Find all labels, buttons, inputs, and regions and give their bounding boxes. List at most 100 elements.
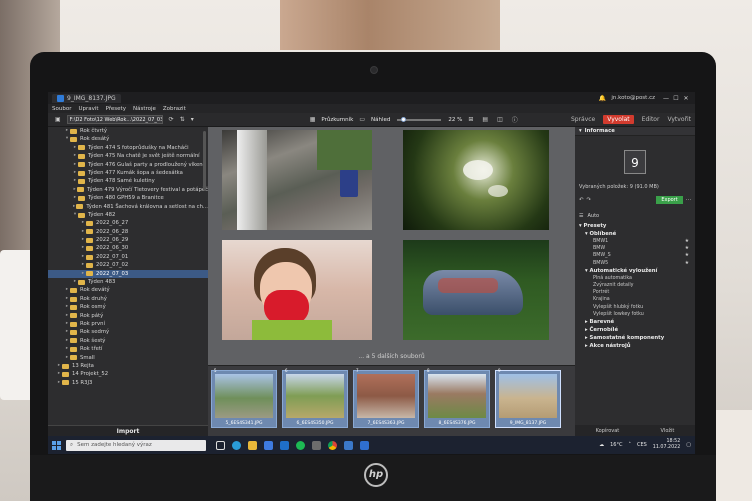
export-button[interactable]: Export bbox=[656, 196, 683, 204]
mail-icon[interactable] bbox=[280, 440, 289, 450]
photo-old-car[interactable] bbox=[403, 240, 549, 340]
tree-scrollbar[interactable] bbox=[203, 131, 206, 191]
photo-child-toy[interactable] bbox=[222, 240, 372, 340]
spotify-icon[interactable] bbox=[296, 440, 305, 450]
folder-icon[interactable]: ▣ bbox=[55, 116, 61, 123]
zoom-slider[interactable] bbox=[397, 116, 442, 122]
tree-item[interactable]: ▸ Rok třetí bbox=[48, 345, 208, 353]
tree-item[interactable]: ▸ Rok čtvrtý bbox=[48, 127, 208, 135]
auto-preset-item[interactable]: Plná automatika bbox=[575, 275, 695, 282]
tab-develop[interactable]: Vyvolat bbox=[603, 115, 634, 124]
tree-item[interactable]: ▸ Týden 478 Samé kuletiny bbox=[48, 177, 208, 185]
close-icon[interactable]: ✕ bbox=[681, 95, 691, 102]
weather-icon[interactable]: ☁ bbox=[599, 442, 604, 448]
tree-item[interactable]: ▾ Rok desátý bbox=[48, 135, 208, 143]
photo-flower-branch[interactable] bbox=[403, 130, 549, 230]
language-indicator[interactable]: CES bbox=[637, 442, 647, 448]
tree-item[interactable]: ▸ 2022_06_29 bbox=[48, 236, 208, 244]
auto-presets-header[interactable]: ▾ Automatické vyloužení bbox=[575, 267, 695, 275]
browser-icon[interactable]: ▦ bbox=[310, 116, 316, 123]
tree-item[interactable]: ▸ 2022_06_28 bbox=[48, 228, 208, 236]
notifications-icon[interactable]: ▢ bbox=[686, 442, 691, 448]
filmstrip-thumb[interactable]: 5 5_6ES4S341.JPG bbox=[211, 368, 277, 428]
menu-edit[interactable]: Upravit bbox=[78, 106, 98, 112]
menu-file[interactable]: Soubor bbox=[52, 106, 71, 112]
taskbar-search[interactable]: ⌕ Sem zadejte hledaný výraz bbox=[66, 439, 206, 451]
tree-item[interactable]: ▸ Rok osmý bbox=[48, 303, 208, 311]
preset-section[interactable]: ▸ Akce nástrojů bbox=[575, 342, 695, 350]
tab-editor[interactable]: Editor bbox=[642, 116, 660, 123]
user-email[interactable]: jn.koto@post.cz bbox=[611, 95, 655, 101]
tree-item[interactable]: ▸ Týden 480 GPH59 a Branitce bbox=[48, 194, 208, 202]
tree-item[interactable]: ▸ Týden 476 Gulaš party a prodloužený vík… bbox=[48, 161, 208, 169]
windows-start-icon[interactable] bbox=[52, 440, 61, 450]
refresh-icon[interactable]: ⟳ bbox=[169, 116, 174, 123]
share-icon[interactable]: ⋯ bbox=[686, 197, 691, 203]
tree-item[interactable]: ▸ Týden 474 S fotoprůdušky na Macháči bbox=[48, 144, 208, 152]
zoom-slider-thumb[interactable] bbox=[401, 116, 407, 122]
temperature[interactable]: 16°C bbox=[610, 442, 622, 448]
tree-item[interactable]: ▸ Týden 479 Výročí Tietovery festival a p… bbox=[48, 186, 208, 194]
filmstrip-thumb[interactable]: 7 7_6ES4S363.JPG bbox=[353, 368, 419, 428]
info-icon[interactable]: ⓘ bbox=[512, 115, 518, 124]
import-button[interactable]: Import bbox=[48, 425, 208, 436]
preview-view-button[interactable]: Náhled bbox=[371, 117, 390, 123]
photo-child-alley[interactable] bbox=[222, 130, 372, 230]
tree-item[interactable]: ▸ 2022_06_27 bbox=[48, 219, 208, 227]
auto-preset-item[interactable]: Portrét bbox=[575, 289, 695, 296]
tree-item[interactable]: ▸ Rok pátý bbox=[48, 312, 208, 320]
tree-item[interactable]: ▸ 15 R3J3 bbox=[48, 379, 208, 387]
auto-preset-item[interactable]: Vylepšit lowkey fotku bbox=[575, 311, 695, 318]
auto-preset-item[interactable]: Krajina bbox=[575, 296, 695, 303]
star-icon[interactable]: ★ bbox=[685, 238, 689, 245]
redo-icon[interactable]: ↷ bbox=[586, 197, 590, 203]
favorites-header[interactable]: ▾ Oblíbené bbox=[575, 230, 695, 238]
tree-item[interactable]: ▸ Týden 477 Kumák šopa a šedesátka bbox=[48, 169, 208, 177]
settings-icon[interactable]: ☰ bbox=[579, 213, 583, 219]
copy-button[interactable]: Kopírovat bbox=[596, 428, 620, 434]
auto-button[interactable]: Auto bbox=[587, 213, 599, 219]
filmstrip-thumb[interactable]: 6 6_6ES4S350.JPG bbox=[282, 368, 348, 428]
store-icon[interactable] bbox=[264, 440, 273, 450]
sort-icon[interactable]: ⇅ bbox=[180, 116, 185, 123]
preset-item[interactable]: BMW1 ★ bbox=[575, 238, 695, 245]
browser-view-button[interactable]: Průzkumník bbox=[321, 117, 353, 123]
photo-app-icon[interactable] bbox=[344, 440, 353, 450]
chrome-icon[interactable] bbox=[328, 440, 337, 450]
preset-item[interactable]: BMW_S ★ bbox=[575, 252, 695, 259]
bell-icon[interactable]: 🔔 bbox=[599, 95, 606, 102]
tree-item[interactable]: ▸ Rok první bbox=[48, 320, 208, 328]
tree-item[interactable]: ▸ Rok sedmý bbox=[48, 328, 208, 336]
task-view-icon[interactable] bbox=[216, 440, 225, 450]
chevron-up-icon[interactable]: ˄ bbox=[628, 442, 631, 448]
tree-item-selected[interactable]: ▸ 2022_07_03 bbox=[48, 269, 208, 279]
tree-item[interactable]: ▸ Rok šestý bbox=[48, 337, 208, 345]
tree-item[interactable]: ▸ 14 Projekt_52 bbox=[48, 370, 208, 378]
star-icon[interactable]: ★ bbox=[685, 252, 689, 259]
explorer-icon[interactable] bbox=[248, 440, 257, 450]
undo-icon[interactable]: ↶ bbox=[579, 197, 583, 203]
chevron-down-icon[interactable]: ▾ bbox=[191, 116, 194, 123]
auto-preset-item[interactable]: Zvýraznit detaily bbox=[575, 282, 695, 289]
filmstrip-thumb-selected[interactable]: 9 9_IMG_8137.JPG bbox=[495, 368, 561, 428]
tree-item[interactable]: ▸ 2022_07_01 bbox=[48, 253, 208, 261]
edge-icon[interactable] bbox=[232, 440, 241, 450]
menu-tools[interactable]: Nástroje bbox=[133, 106, 156, 112]
fit-icon[interactable]: ⊞ bbox=[468, 116, 473, 123]
tree-item[interactable]: ▸ Small bbox=[48, 354, 208, 362]
grid-app-icon[interactable] bbox=[312, 440, 321, 450]
filmstrip-thumb[interactable]: 8 8_6ES4S376.JPG bbox=[424, 368, 490, 428]
tree-item[interactable]: ▸ Týden 475 Na chatě je svět ještě normál… bbox=[48, 152, 208, 160]
tree-item[interactable]: ▸ 2022_07_02 bbox=[48, 261, 208, 269]
tree-item[interactable]: ▸ 2022_06_30 bbox=[48, 244, 208, 252]
tab-manager[interactable]: Správce bbox=[571, 116, 595, 123]
tree-item[interactable]: ▸ Týden 483 bbox=[48, 278, 208, 286]
tree-item[interactable]: ▸ Rok devátý bbox=[48, 286, 208, 294]
preset-item[interactable]: BMW5 ★ bbox=[575, 260, 695, 267]
auto-preset-item[interactable]: Vylepšit hlubký fotku bbox=[575, 304, 695, 311]
tab-export[interactable]: Vytvořit bbox=[667, 116, 691, 123]
preset-item[interactable]: BMW ★ bbox=[575, 245, 695, 252]
menu-presets[interactable]: Přesety bbox=[106, 106, 126, 112]
path-input[interactable]: F:\D2 Foto\12 Web\Rok...\2022_07_03 bbox=[66, 115, 163, 124]
paste-button[interactable]: Vložit bbox=[661, 428, 675, 434]
